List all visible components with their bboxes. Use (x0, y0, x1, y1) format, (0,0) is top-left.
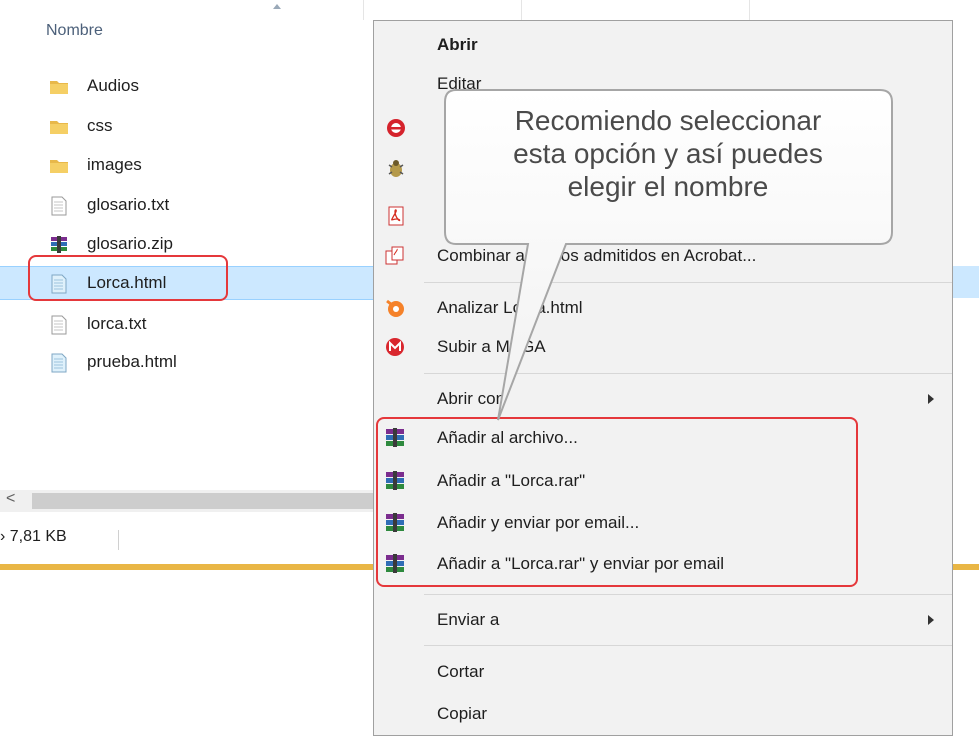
callout-line: Recomiendo seleccionar (514, 105, 822, 136)
callout-line: elegir el nombre (567, 171, 769, 202)
callout-text: Recomiendo seleccionar esta opción y así… (447, 104, 889, 203)
callout-line: esta opción y así puedes (513, 138, 823, 169)
